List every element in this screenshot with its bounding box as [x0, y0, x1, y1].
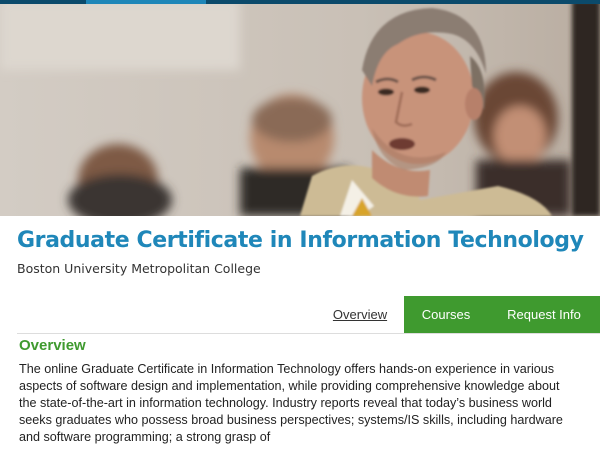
page-title: Graduate Certificate in Information Tech…	[17, 228, 584, 253]
top-bar-accent	[86, 0, 206, 4]
tab-overview-label: Overview	[332, 307, 388, 322]
tab-overview[interactable]: Overview	[316, 296, 404, 333]
page: Graduate Certificate in Information Tech…	[0, 0, 600, 450]
college-name: Boston University Metropolitan College	[17, 261, 261, 276]
tab-bar: Overview Courses Request Info	[316, 296, 600, 333]
tab-request-info-label: Request Info	[507, 307, 581, 322]
divider	[17, 333, 600, 334]
overview-text: The online Graduate Certificate in Infor…	[19, 362, 563, 444]
hero-illustration	[0, 0, 600, 216]
overview-heading: Overview	[19, 337, 86, 354]
tab-request-info[interactable]: Request Info	[488, 296, 600, 333]
hero-photo	[0, 0, 600, 216]
tab-courses[interactable]: Courses	[404, 296, 488, 333]
tab-courses-label: Courses	[421, 307, 471, 322]
